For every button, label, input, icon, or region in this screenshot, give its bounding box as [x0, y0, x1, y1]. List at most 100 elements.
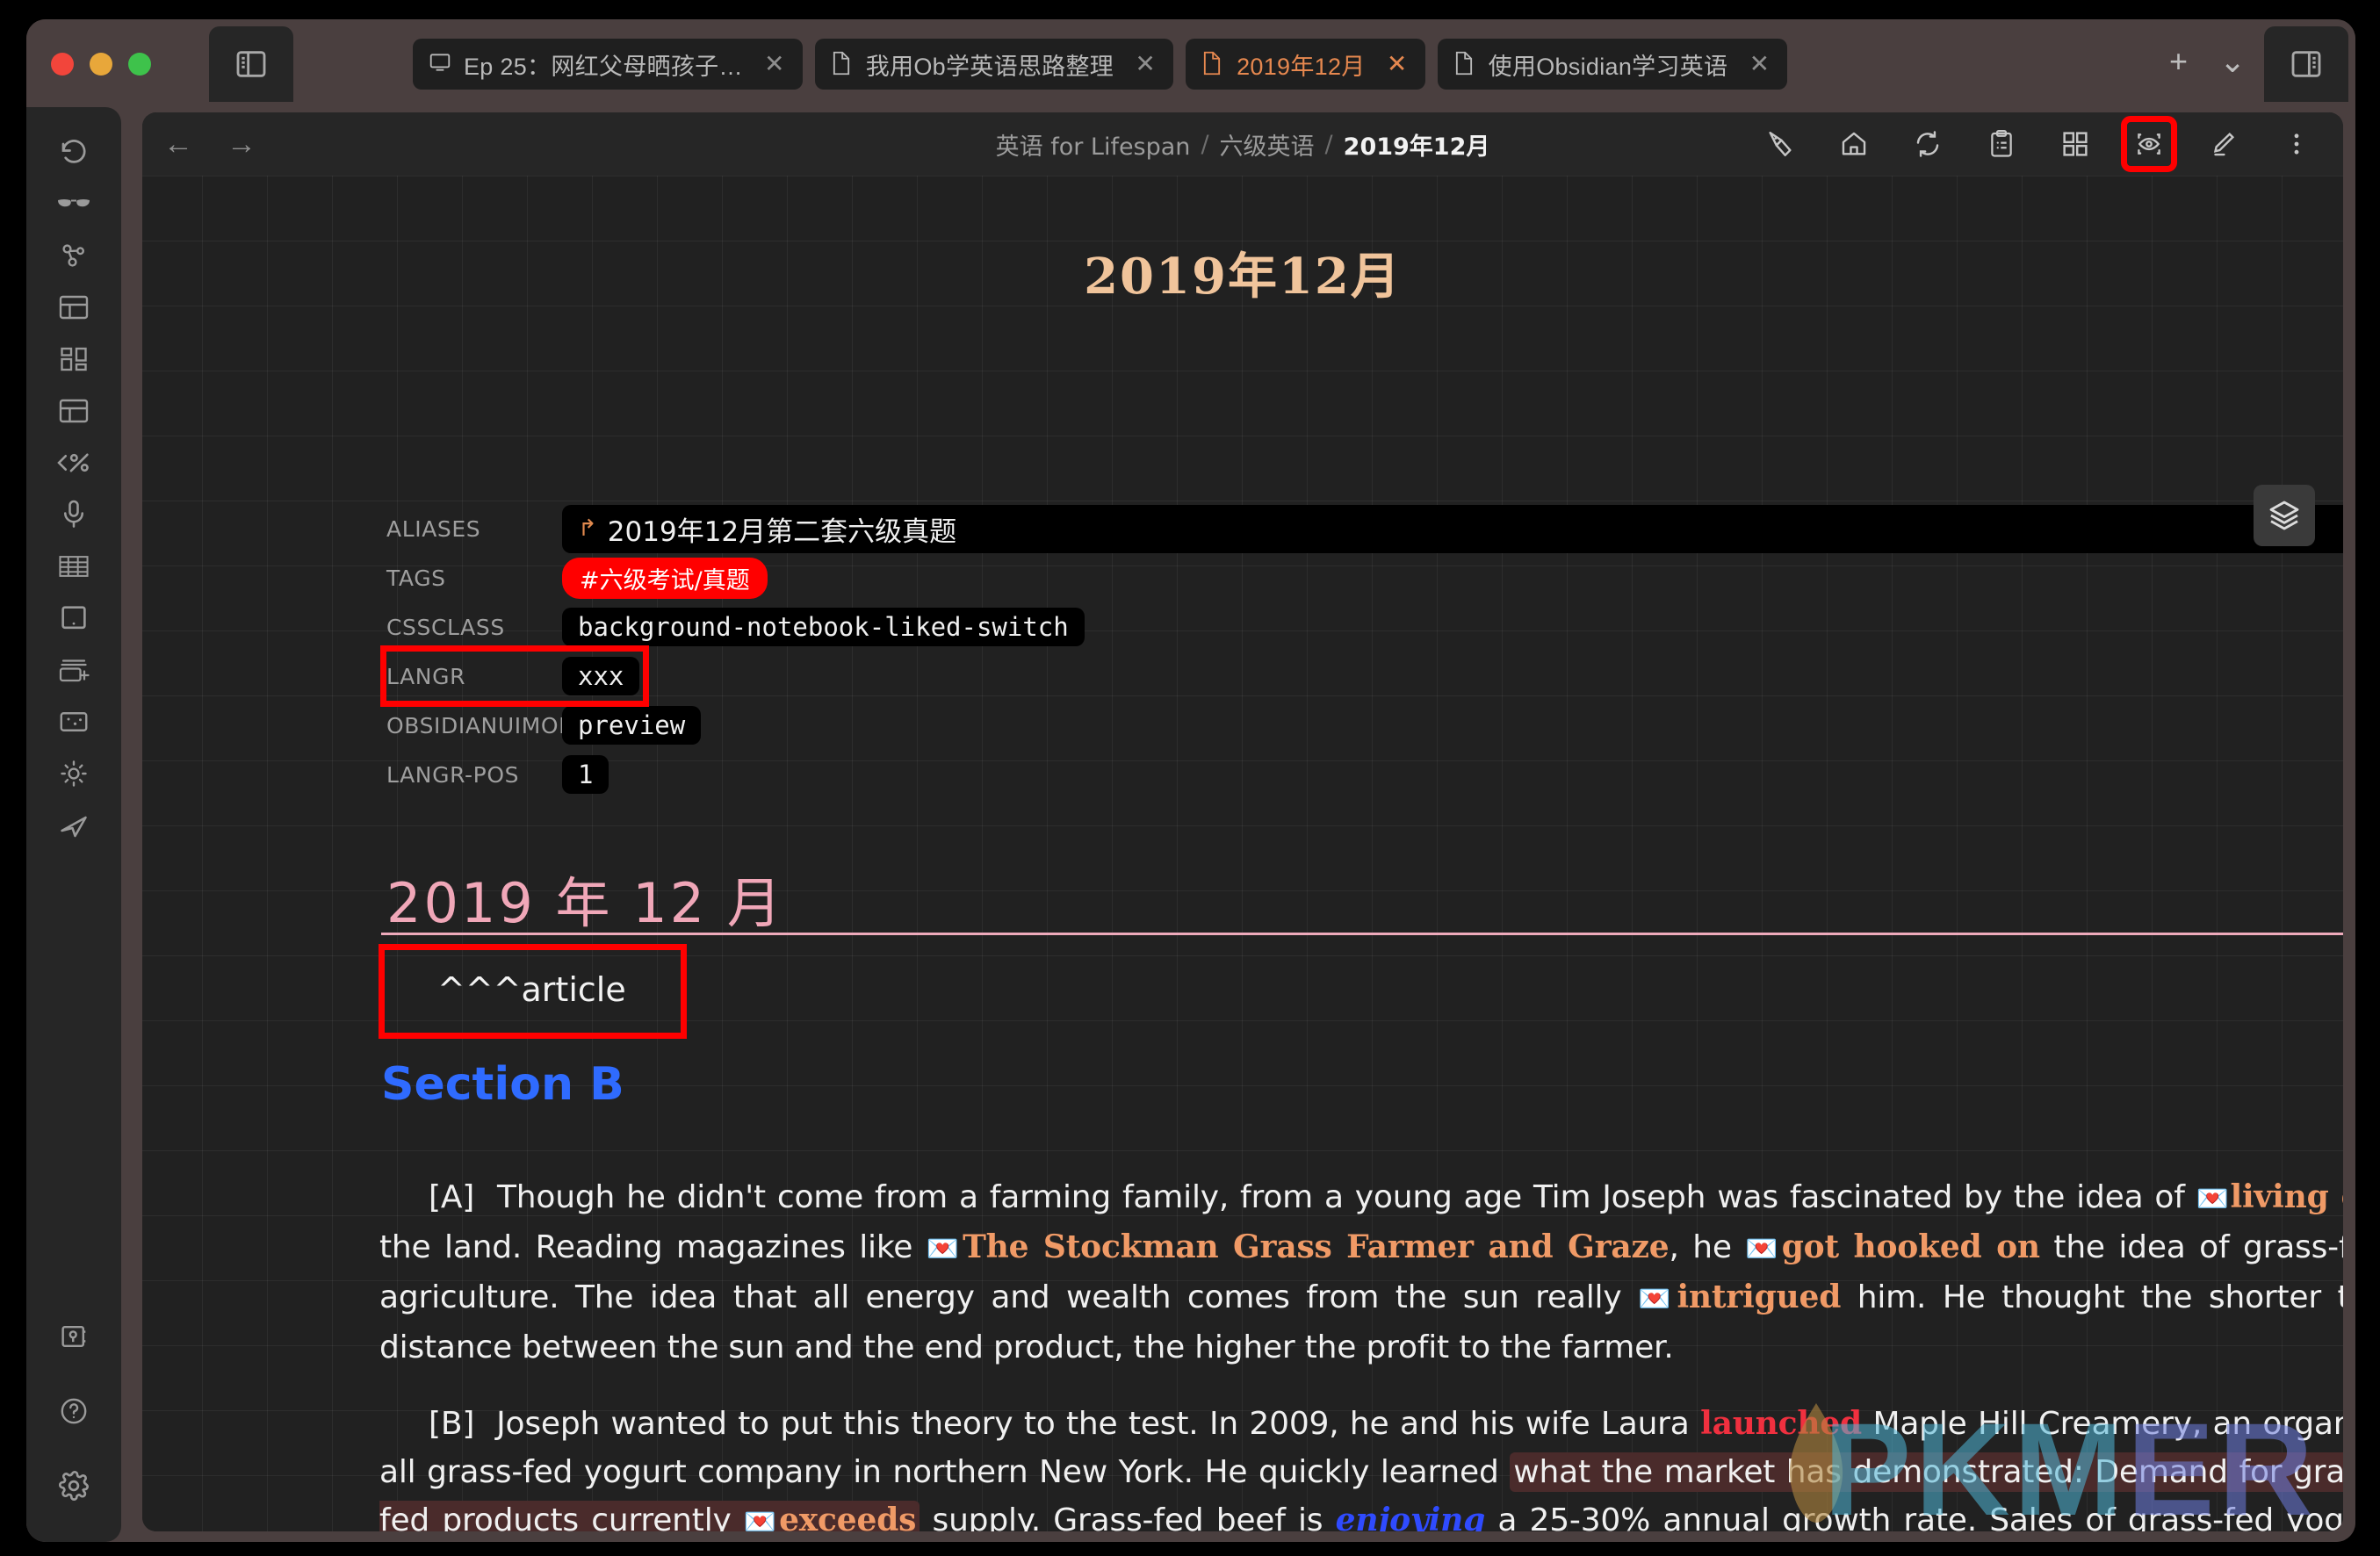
paragraph-a[interactable]: [A] Though he didn't come from a farming… [379, 1173, 2343, 1372]
help-icon [58, 1395, 90, 1427]
property-value[interactable]: #六级考试/真题 [562, 557, 768, 599]
breadcrumb-separator: / [1201, 130, 1209, 158]
ribbon-item-layout-panel-2[interactable] [42, 385, 105, 436]
ribbon-item-glasses[interactable] [42, 178, 105, 229]
tab-label: 使用Obsidian学习英语 [1488, 53, 1728, 80]
app-body: ← → 英语 for Lifespan / 六级英语 / 2019年12月 20… [26, 107, 2355, 1542]
cards-grid-button[interactable] [2052, 120, 2099, 168]
ribbon-item-theme-light[interactable] [42, 748, 105, 799]
note-content[interactable]: 2019年12月 ALIASES ↱ 2019年12月第二套六级真题 TAGS … [142, 176, 2343, 1531]
microphone-icon [60, 499, 88, 530]
callout-marker-text[interactable]: ^^^article [437, 970, 626, 1009]
app-window: Ep 25：网红父母晒孩子… ✕ 我用Ob学英语思路整理 ✕ 2019年12月 … [26, 19, 2355, 1542]
langrpos-chip[interactable]: 1 [562, 755, 609, 794]
tab-ob-english-notes[interactable]: 我用Ob学英语思路整理 ✕ [814, 39, 1174, 90]
love-letter-icon: 💌 [743, 1507, 780, 1531]
tab-close-button[interactable]: ✕ [1385, 52, 1410, 76]
dashboard-grid-icon [59, 346, 89, 372]
highlight-phrase[interactable]: The Stockman Grass Farmer and Graze [963, 1228, 1670, 1265]
ribbon-item-table[interactable] [42, 541, 105, 592]
clipboard-button[interactable] [1978, 120, 2025, 168]
ribbon-item-vault[interactable] [42, 1311, 105, 1362]
langr-chip[interactable]: xxx [562, 657, 640, 695]
ribbon-item-microphone[interactable] [42, 489, 105, 540]
property-row-aliases: ALIASES ↱ 2019年12月第二套六级真题 [386, 504, 2343, 553]
ribbon-item-code-percent[interactable] [42, 437, 105, 488]
ribbon-item-send[interactable] [42, 800, 105, 851]
annotate-pen-button[interactable] [1756, 120, 1804, 168]
tab-close-button[interactable]: ✕ [1133, 52, 1158, 76]
highlight-phrase[interactable]: enjoying [1336, 1502, 1486, 1531]
property-row-obsidianuimode: OBSIDIANUIMODE preview [386, 701, 2343, 750]
ribbon-item-new-card[interactable] [42, 645, 105, 695]
tab-label: 我用Ob学英语思路整理 [865, 53, 1114, 80]
tab-ep25[interactable]: Ep 25：网红父母晒孩子… ✕ [413, 39, 803, 90]
tab-strip: Ep 25：网红父母晒孩子… ✕ 我用Ob学英语思路整理 ✕ 2019年12月 … [413, 39, 1788, 90]
minimize-window-button[interactable] [90, 53, 112, 76]
highlight-phrase[interactable]: exceeds [779, 1502, 916, 1531]
breadcrumb-separator: / [1324, 130, 1333, 158]
tab-label: Ep 25：网红父母晒孩子… [464, 53, 743, 80]
close-window-button[interactable] [51, 53, 74, 76]
file-icon [1201, 51, 1224, 77]
love-letter-icon: 💌 [1638, 1284, 1677, 1315]
love-letter-icon: 💌 [1745, 1234, 1782, 1264]
link-arrow-icon: ↱ [578, 515, 597, 542]
property-value[interactable]: preview [562, 706, 702, 745]
edit-mode-button[interactable] [2199, 120, 2247, 168]
breadcrumb-item-vault[interactable]: 英语 for Lifespan [996, 127, 1191, 162]
property-value[interactable]: 1 [562, 755, 609, 794]
sync-button[interactable] [1904, 120, 1951, 168]
settings-gear-icon [57, 1469, 90, 1502]
paragraph-b[interactable]: [B] Joseph wanted to put this theory to … [379, 1400, 2343, 1531]
uimode-chip[interactable]: preview [562, 706, 702, 745]
property-value[interactable]: ↱ 2019年12月第二套六级真题 [562, 504, 2343, 553]
ribbon-item-dashboard[interactable] [42, 334, 105, 385]
breadcrumb-item-file[interactable]: 2019年12月 [1344, 127, 1490, 162]
theme-light-icon [58, 758, 90, 789]
reading-view-button[interactable] [2121, 116, 2177, 172]
paragraph-label: [A] [429, 1179, 475, 1215]
undo-icon [58, 136, 90, 168]
alias-chip[interactable]: ↱ 2019年12月第二套六级真题 [562, 504, 2343, 553]
toggle-right-sidebar-button[interactable] [2264, 26, 2348, 102]
breadcrumb-item-folder[interactable]: 六级英语 [1220, 127, 1315, 162]
toggle-left-sidebar-button[interactable] [209, 26, 293, 102]
property-key: LANGR-POS [386, 761, 520, 788]
graph-icon [58, 240, 90, 271]
highlight-phrase[interactable]: got hooked on [1782, 1228, 2040, 1265]
tab-list-chevron-down-icon[interactable]: ⌄ [2219, 46, 2246, 77]
ribbon-item-graph[interactable] [42, 230, 105, 281]
highlight-phrase[interactable]: living off [2230, 1178, 2343, 1215]
property-value[interactable]: xxx [562, 657, 640, 695]
tag-chip[interactable]: #六级考试/真题 [562, 557, 768, 599]
cssclass-chip[interactable]: background-notebook-liked-switch [562, 608, 1085, 646]
new-tab-button[interactable]: + [2169, 46, 2188, 77]
highlight-phrase[interactable]: intrigued [1677, 1279, 1841, 1315]
send-icon [58, 810, 90, 841]
ribbon-item-undo[interactable] [42, 126, 105, 177]
layers-stack-button[interactable] [2254, 485, 2315, 546]
ribbon-item-help[interactable] [42, 1386, 105, 1437]
annotate-pen-icon [1765, 129, 1795, 159]
home-icon [1839, 129, 1869, 159]
tab-2019-december[interactable]: 2019年12月 ✕ [1186, 39, 1425, 90]
more-options-button[interactable] [2273, 120, 2320, 168]
layers-stack-icon [2267, 498, 2302, 533]
zoom-window-button[interactable] [128, 53, 151, 76]
ribbon-item-excalidraw[interactable] [42, 696, 105, 747]
property-key: LANGR [386, 663, 466, 689]
home-button[interactable] [1830, 120, 1878, 168]
ribbon-item-settings[interactable] [42, 1460, 105, 1511]
note-heading-1: 2019 年 12 月 [386, 871, 784, 935]
view-header: ← → 英语 for Lifespan / 六级英语 / 2019年12月 [142, 112, 2343, 176]
ribbon-item-canvas[interactable] [42, 593, 105, 644]
glasses-icon [57, 193, 90, 214]
tab-close-button[interactable]: ✕ [1747, 52, 1771, 76]
property-value[interactable]: background-notebook-liked-switch [562, 608, 1085, 646]
tab-obsidian-learn-english[interactable]: 使用Obsidian学习英语 ✕ [1437, 39, 1788, 90]
ribbon-item-layout-panel[interactable] [42, 282, 105, 333]
note-inline-title[interactable]: 2019年12月 [142, 176, 2343, 308]
property-key: ALIASES [386, 515, 481, 542]
tab-close-button[interactable]: ✕ [762, 52, 787, 76]
